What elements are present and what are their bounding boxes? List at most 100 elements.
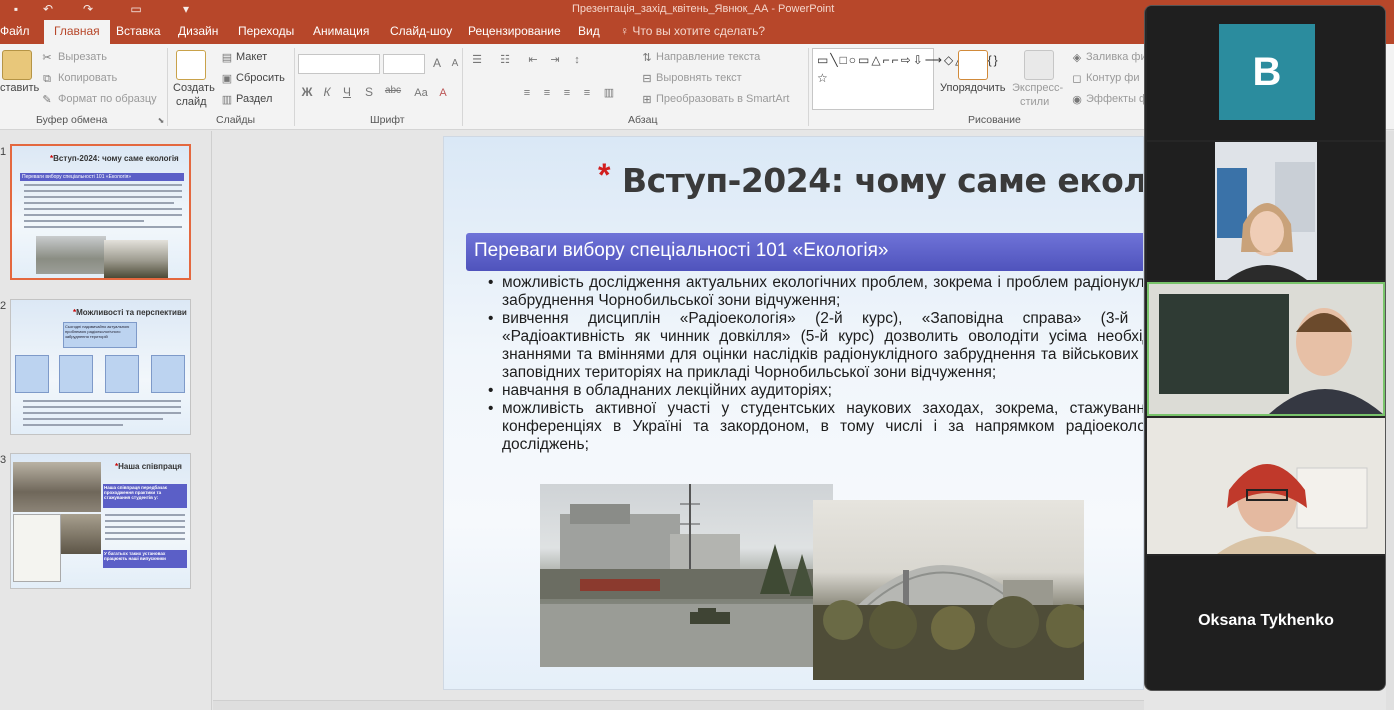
format-painter-button[interactable]: Формат по образцу [58, 93, 157, 105]
redo-icon[interactable]: ↷ [80, 2, 96, 16]
justify-icon[interactable]: ≡ [580, 87, 594, 99]
thumbnail-photo [13, 462, 101, 512]
tab-view[interactable]: Вид [578, 24, 600, 38]
layout-button[interactable]: Макет [236, 51, 267, 63]
align-text-icon: ⊟ [642, 73, 652, 85]
slide-thumbnail-1[interactable]: *Вступ-2024: чому саме екологія Переваги… [10, 144, 191, 280]
participant-name: Oksana Tykhenko [1198, 612, 1334, 629]
participant-video-1 [1215, 142, 1317, 280]
group-separator [808, 48, 809, 126]
increase-font-icon[interactable]: A [430, 56, 444, 70]
tab-transitions[interactable]: Переходы [238, 24, 294, 38]
thumbnail-text-line [105, 532, 185, 534]
quick-styles-button[interactable]: Экспресс- [1012, 82, 1063, 94]
tab-review[interactable]: Рецензирование [468, 24, 561, 38]
text-direction-button[interactable]: Направление текста [656, 51, 760, 63]
chornobyl-plant-photo[interactable] [540, 484, 833, 667]
section-button[interactable]: Раздел [236, 93, 272, 105]
shape-fill-button[interactable]: Заливка фи [1086, 51, 1147, 63]
confinement-arch-illustration [813, 565, 1084, 680]
underline-button[interactable]: Ч [340, 85, 354, 99]
slide-thumbnail-2[interactable]: *Можливості та перспективи Сьогодні надз… [10, 299, 191, 435]
shape-effects-button[interactable]: Эффекты ф [1086, 93, 1148, 105]
participant-video-2 [1149, 284, 1383, 414]
reset-button[interactable]: Сбросить [236, 72, 285, 84]
character-spacing-button[interactable]: abc [382, 85, 404, 96]
participant-tile-avatar[interactable]: B [1147, 6, 1385, 140]
tab-insert[interactable]: Вставка [116, 24, 161, 38]
participant-tile-video-3[interactable] [1147, 418, 1385, 554]
copy-button[interactable]: Копировать [58, 72, 117, 84]
bullet-list[interactable]: можливість дослідження актуальних еколог… [488, 274, 1143, 454]
font-color-icon[interactable]: A [436, 87, 450, 99]
strikethrough-button[interactable]: S [362, 85, 376, 99]
numbering-icon[interactable]: ☷ [498, 54, 512, 66]
font-size-combo[interactable] [383, 54, 425, 74]
shape-outline-icon: ◻ [1072, 73, 1082, 85]
thumbnail-text-line [105, 514, 185, 516]
shapes-gallery[interactable]: ▭╲□○▭△⌐⌐⇨⇩⟶◇△∩∩{}☆ [812, 48, 998, 110]
participant-tile-name[interactable]: Oksana Tykhenko [1147, 556, 1385, 690]
cut-icon: ✂ [42, 52, 52, 64]
tab-design[interactable]: Дизайн [178, 24, 218, 38]
smartart-button[interactable]: Преобразовать в SmartArt [656, 93, 789, 105]
tell-me-box[interactable]: ♀ Что вы хотите сделать? [620, 24, 765, 38]
shape-outline-button[interactable]: Контур фи [1086, 72, 1140, 84]
cut-button[interactable]: Вырезать [58, 51, 107, 63]
present-icon[interactable]: ▭ [128, 2, 144, 16]
participant-tile-video-1[interactable] [1147, 142, 1385, 280]
thumbnail-document [13, 514, 61, 582]
font-name-combo[interactable] [298, 54, 380, 74]
smartart-icon: ⊞ [642, 94, 652, 106]
bullet-item: можливість активної участі у студентськи… [488, 400, 1143, 454]
undo-icon[interactable]: ↶ [40, 2, 56, 16]
thumbnail-text-line [24, 226, 182, 228]
arrange-button[interactable]: Упорядочить [940, 82, 1005, 94]
drawing-group-label: Рисование [968, 114, 1021, 126]
new-slide-icon[interactable] [176, 50, 206, 80]
save-icon[interactable]: ▪ [8, 2, 24, 16]
vertical-scrollbar[interactable] [1386, 131, 1394, 710]
shape-fill-icon: ◈ [1072, 52, 1082, 64]
thumbnail-photo [36, 236, 106, 274]
tab-home[interactable]: Главная [44, 20, 110, 44]
bullets-icon[interactable]: ☰ [470, 54, 484, 66]
current-slide[interactable]: * Вступ-2024: чому саме екологія Переваг… [443, 136, 1144, 690]
slide-title[interactable]: Вступ-2024: чому саме екологія [622, 161, 1143, 200]
columns-icon[interactable]: ▥ [602, 87, 616, 99]
slide-thumbnail-3[interactable]: *Наша співпраця Наша співпраця передбача… [10, 453, 191, 589]
thumbnail-text-line [105, 520, 185, 522]
italic-button[interactable]: К [320, 85, 334, 99]
paste-button[interactable]: ставить [0, 82, 39, 94]
notes-splitter[interactable] [213, 700, 1144, 710]
align-right-icon[interactable]: ≡ [560, 87, 574, 99]
paste-icon[interactable] [2, 50, 32, 80]
thumbnail-text-line [24, 214, 182, 216]
increase-indent-icon[interactable]: ⇥ [548, 54, 562, 66]
align-left-icon[interactable]: ≡ [520, 87, 534, 99]
tab-animations[interactable]: Анимация [313, 24, 369, 38]
new-safe-confinement-photo[interactable] [813, 500, 1084, 680]
decrease-indent-icon[interactable]: ⇤ [526, 54, 540, 66]
line-spacing-icon[interactable]: ↕ [570, 54, 584, 66]
new-slide-button[interactable]: Создать [173, 82, 215, 94]
tab-file[interactable]: Файл [0, 24, 30, 38]
arrange-icon[interactable] [958, 50, 988, 80]
change-case-icon[interactable]: Aa [414, 87, 428, 99]
dialog-launcher-icon[interactable]: ⬊ [154, 115, 168, 127]
align-text-button[interactable]: Выровнять текст [656, 72, 742, 84]
quick-styles-icon[interactable] [1024, 50, 1054, 80]
slide-banner[interactable]: Переваги вибору спеціальності 101 «Еколо… [466, 233, 1143, 271]
thumbnail-number: 3 [0, 454, 7, 466]
thumbnail-text-line [24, 220, 144, 222]
participant-tile-video-active[interactable] [1147, 282, 1385, 416]
tab-slideshow[interactable]: Слайд-шоу [390, 24, 452, 38]
thumbnail-photo [104, 240, 168, 278]
bold-button[interactable]: Ж [300, 85, 314, 99]
video-call-panel: B Oksana Tykhenko [1144, 5, 1386, 691]
customize-quick-access-icon[interactable]: ▾ [178, 2, 194, 16]
decrease-font-icon[interactable]: A [448, 58, 462, 69]
align-center-icon[interactable]: ≡ [540, 87, 554, 99]
text-direction-icon: ⇅ [642, 52, 652, 64]
shape-effects-icon: ◉ [1072, 94, 1082, 106]
